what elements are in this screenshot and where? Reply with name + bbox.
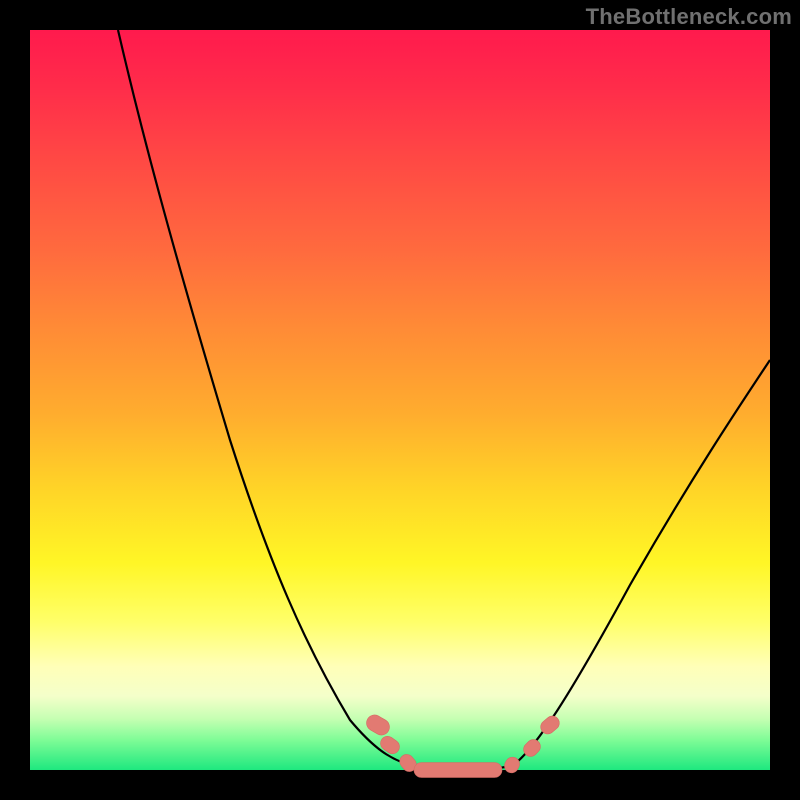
highlight-markers bbox=[364, 712, 563, 777]
plot-area bbox=[30, 30, 770, 770]
watermark-text: TheBottleneck.com bbox=[586, 4, 792, 30]
curve-path bbox=[118, 30, 770, 770]
chart-frame: TheBottleneck.com bbox=[0, 0, 800, 800]
bottleneck-curve bbox=[30, 30, 770, 770]
